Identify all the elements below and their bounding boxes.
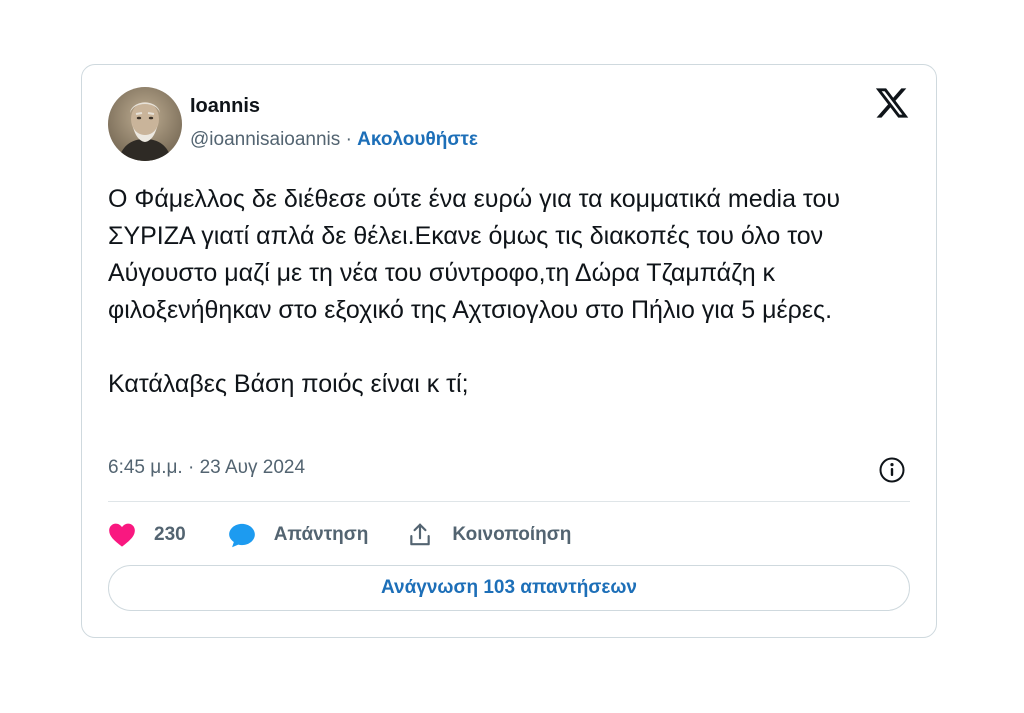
tweet-paragraph: Ο Φάμελλος δε διέθεσε ούτε ένα ευρώ για … [108, 185, 841, 324]
tweet-text: Ο Φάμελλος δε διέθεσε ούτε ένα ευρώ για … [108, 181, 908, 403]
share-button[interactable]: Κοινοποίηση [406, 522, 571, 548]
speech-bubble-icon [228, 523, 255, 548]
reply-label: Απάντηση [273, 524, 369, 545]
handle-separator: · [345, 129, 352, 150]
tweet-timestamp[interactable]: 6:45 μ.μ. · 23 Αυγ 2024 [108, 457, 305, 479]
heart-icon [109, 523, 135, 547]
x-logo-icon[interactable] [874, 85, 910, 121]
like-count: 230 [154, 524, 186, 545]
like-button[interactable]: 230 [108, 522, 186, 548]
reply-button[interactable]: Απάντηση [228, 522, 369, 548]
divider [108, 501, 910, 502]
tweet-paragraph: Κατάλαβες Βάση ποιός είναι κ τί; [108, 370, 469, 398]
share-label: Κοινοποίηση [452, 524, 572, 545]
follow-button[interactable]: Ακολουθήστε [357, 129, 478, 150]
info-icon[interactable] [878, 456, 906, 484]
share-upload-icon [410, 523, 431, 546]
avatar[interactable] [108, 87, 182, 161]
author-handle-row: @ioannisaioannis · Ακολουθήστε [190, 129, 478, 151]
author-name[interactable]: Ioannis [190, 95, 260, 118]
avatar-portrait-image [108, 87, 182, 161]
read-replies-button[interactable]: Ανάγνωση 103 απαντήσεων [108, 565, 910, 611]
author-handle[interactable]: @ioannisaioannis [190, 129, 340, 150]
tweet-card: Ioannis @ioannisaioannis · Ακολουθήστε Ο… [81, 64, 937, 638]
action-bar: 230 Απάντηση Κοινοποίηση [108, 515, 609, 555]
